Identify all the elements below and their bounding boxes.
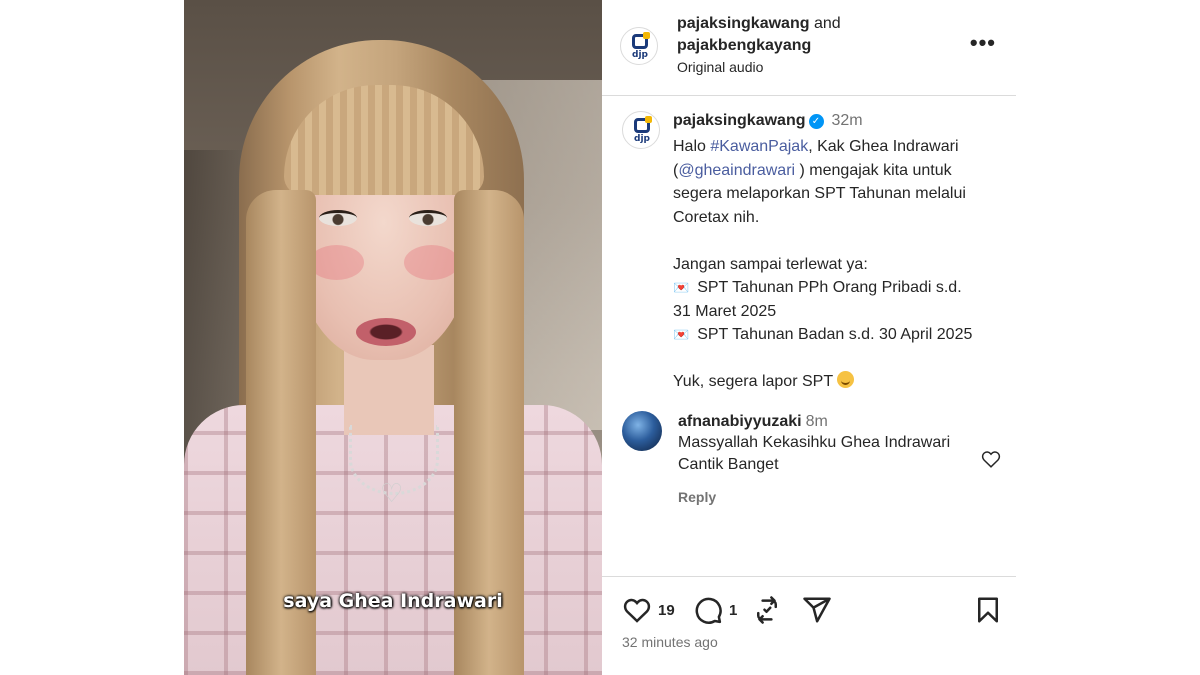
paper-plane-icon xyxy=(803,597,831,623)
comment-username[interactable]: afnanabiyyuzaki xyxy=(678,413,802,430)
post-panel: djp pajaksingkawang and pajakbengkayang … xyxy=(602,0,1016,675)
smiling-face-icon xyxy=(837,371,855,388)
person-blush-left xyxy=(309,245,364,280)
caption-text: Coretax nih. xyxy=(673,208,760,226)
comment-bubble-icon xyxy=(695,597,722,624)
love-letter-icon: 💌 xyxy=(673,280,690,295)
post-header: djp pajaksingkawang and pajakbengkayang … xyxy=(602,0,1016,96)
post-actions: 19 1 32 minutes ago xyxy=(602,576,1016,675)
repost-button[interactable] xyxy=(752,595,782,625)
comment-count[interactable]: 1 xyxy=(729,602,737,619)
header-text: pajaksingkawang and pajakbengkayang Orig… xyxy=(677,13,841,75)
more-horizontal-icon[interactable]: ••• xyxy=(970,30,996,56)
post-author-avatar[interactable]: djp xyxy=(622,111,660,149)
post-caption: pajaksingkawang ✓ 32m Halo #KawanPajak, Ka… xyxy=(673,112,1003,394)
comment-time[interactable]: 8m xyxy=(806,413,828,430)
heart-icon xyxy=(623,598,651,623)
comment-text: Massyallah Kekasihku Ghea Indrawari Cant… xyxy=(678,432,968,476)
like-count[interactable]: 19 xyxy=(658,602,675,619)
repost-icon xyxy=(757,596,777,624)
caption-closing: Yuk, segera lapor SPT xyxy=(673,373,834,390)
comment-button[interactable]: 1 xyxy=(693,595,737,625)
reply-button[interactable]: Reply xyxy=(678,489,968,505)
djp-logo-icon xyxy=(632,32,650,49)
caption-text: segera melaporkan SPT Tahunan melalui xyxy=(673,185,966,202)
header-username-1[interactable]: pajaksingkawang xyxy=(677,15,810,32)
deadline-item: SPT Tahunan Badan s.d. 30 April 2025 xyxy=(697,326,973,343)
reel-video[interactable]: ♡ saya Ghea Indrawari xyxy=(184,0,602,675)
caption-text: , Kak Ghea Indrawari xyxy=(808,138,959,155)
bookmark-icon xyxy=(978,597,998,623)
commenter-avatar[interactable] xyxy=(622,411,662,451)
comment-line: Massyallah Kekasihku Ghea Indrawari xyxy=(678,434,951,451)
header-connector: and xyxy=(813,15,841,32)
verified-badge-icon: ✓ xyxy=(808,114,824,129)
deadline-item-cont: 31 Maret 2025 xyxy=(673,302,777,320)
post-time[interactable]: 32m xyxy=(832,112,863,129)
heart-pendant-icon: ♡ xyxy=(380,478,404,508)
hashtag-link[interactable]: #KawanPajak xyxy=(710,138,808,155)
djp-logo-icon xyxy=(634,116,652,133)
header-username-2[interactable]: pajakbengkayang xyxy=(677,37,811,54)
person-eye-right xyxy=(409,210,447,226)
deadline-item: SPT Tahunan PPh Orang Pribadi s.d. xyxy=(697,279,962,296)
comment-item: afnanabiyyuzaki 8m Massyallah Kekasihku G… xyxy=(678,413,968,505)
avatar-label: djp xyxy=(634,134,650,144)
person-mouth xyxy=(356,318,416,346)
comment-like-heart-icon[interactable] xyxy=(980,448,1002,470)
like-button[interactable]: 19 xyxy=(622,595,675,625)
love-letter-icon: 💌 xyxy=(673,327,690,342)
avatar-label: djp xyxy=(632,50,648,60)
person-eye-left xyxy=(319,210,357,226)
original-audio-link[interactable]: Original audio xyxy=(677,59,841,75)
post-text: Halo #KawanPajak, Kak Ghea Indrawari (@g… xyxy=(673,135,1003,394)
caption-text: ) mengajak kita untuk xyxy=(795,161,952,179)
collab-avatar[interactable]: djp xyxy=(620,27,658,65)
share-button[interactable] xyxy=(802,595,832,625)
post-timestamp[interactable]: 32 minutes ago xyxy=(622,634,718,650)
comment-line: Cantik Banget xyxy=(678,456,779,473)
caption-text: Halo xyxy=(673,138,711,155)
collab-names: pajaksingkawang and pajakbengkayang xyxy=(677,13,841,57)
caption-text: Jangan sampai terlewat ya: xyxy=(673,255,868,273)
person-blush-right xyxy=(404,245,459,280)
post-username[interactable]: pajaksingkawang xyxy=(673,112,806,129)
mention-link[interactable]: @gheaindrawari xyxy=(678,162,795,179)
video-caption: saya Ghea Indrawari xyxy=(283,590,503,612)
save-button[interactable] xyxy=(973,595,1003,625)
